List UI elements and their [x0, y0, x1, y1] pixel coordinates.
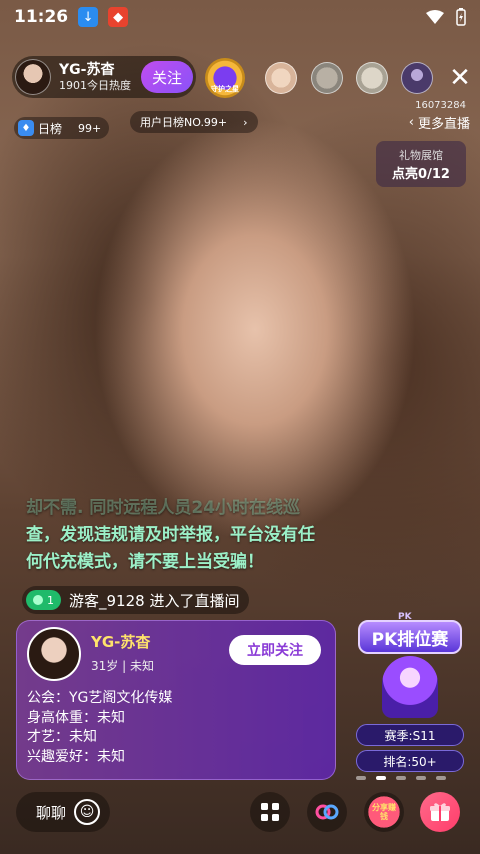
card-line-talent: 才艺：未知	[27, 729, 97, 745]
guardian-badge-label: 守护之星	[211, 85, 239, 93]
card-line-guild: 公会：YG艺阁文化传媒	[27, 690, 173, 706]
download-icon: ↓	[78, 7, 99, 27]
carousel-indicator	[356, 776, 446, 780]
grid-menu-icon[interactable]	[250, 792, 290, 832]
follow-now-button[interactable]: 立即关注	[229, 635, 321, 665]
card-line-hobby: 兴趣爱好：未知	[27, 748, 125, 765]
gift-hall-title: 礼物展馆	[399, 148, 443, 162]
host-info-pill[interactable]: YG-苏杳 1901今日热度 关注	[12, 56, 196, 98]
platform-notice: 却不需. 同时远程人员24小时在线巡 查，发现违规请及时举报，平台没有任 何代充…	[26, 498, 356, 576]
host-name: YG-苏杳	[59, 62, 115, 78]
card-avatar[interactable]	[27, 627, 81, 681]
level-number: 1	[47, 593, 54, 607]
user-rank-label: 用户日榜NO.99+	[140, 116, 228, 129]
daily-rank-count: 99+	[78, 121, 102, 135]
gift-hall-button[interactable]: 礼物展馆 点亮0/12	[376, 141, 466, 187]
enter-message-text: 游客_9128 进入了直播间	[69, 591, 240, 610]
rank-icon: ♦	[18, 120, 34, 136]
room-id: 16073284	[415, 100, 466, 111]
close-icon[interactable]: ✕	[448, 64, 472, 92]
gift-hall-progress: 点亮0/12	[392, 166, 450, 182]
viewer-avatar[interactable]	[401, 62, 433, 94]
status-bar: 11:26 ↓ ◆	[0, 0, 480, 34]
chevron-left-icon: ‹	[408, 115, 414, 130]
trophy-icon	[382, 656, 438, 718]
host-profile-card[interactable]: YG-苏杳 31岁 | 未知 立即关注 公会：YG艺阁文化传媒 身高体重：未知 …	[16, 620, 336, 780]
chat-label: 聊聊	[36, 803, 67, 822]
host-avatar[interactable]	[15, 59, 51, 95]
carousel-dot	[436, 776, 446, 780]
wifi-icon	[426, 10, 444, 24]
more-live-button[interactable]: ‹ 更多直播	[409, 113, 470, 132]
more-live-label: 更多直播	[417, 117, 470, 132]
carousel-dot	[376, 776, 386, 780]
share-earn-label: 分享赚钱	[372, 803, 396, 821]
chevron-right-icon: ›	[243, 115, 248, 129]
pk-ranking-banner[interactable]: PK PK排位赛	[354, 612, 466, 722]
share-earn-button[interactable]: 分享赚钱	[364, 792, 404, 832]
app-notification-icon: ◆	[108, 7, 129, 27]
carousel-dot	[356, 776, 366, 780]
guardian-badge-icon[interactable]: 守护之星	[205, 58, 245, 98]
notice-faded-line: 却不需. 同时远程人员24小时在线巡	[26, 498, 301, 518]
viewer-avatar[interactable]	[311, 62, 343, 94]
battery-icon	[456, 8, 466, 26]
carousel-dot	[416, 776, 426, 780]
enter-message: 1 游客_9128 进入了直播间	[22, 586, 250, 614]
notice-line: 查，发现违规请及时举报，平台没有任	[26, 525, 315, 545]
gift-icon[interactable]	[420, 792, 460, 832]
level-badge: 1	[26, 590, 61, 610]
link-mic-icon[interactable]	[307, 792, 347, 832]
carousel-dot	[396, 776, 406, 780]
level-icon	[33, 595, 43, 605]
notice-line: 何代充模式，请不要上当受骗！	[26, 552, 264, 572]
pk-season: 赛季:S11	[356, 724, 464, 746]
clock: 11:26	[14, 7, 69, 27]
card-host-meta: 31岁 | 未知	[91, 659, 154, 673]
card-host-name: YG-苏杳	[91, 633, 151, 651]
user-rank-button[interactable]: 用户日榜NO.99+ ›	[130, 111, 258, 133]
emoji-icon[interactable]: ☺	[74, 799, 100, 825]
host-heat: 1901今日热度	[59, 78, 131, 92]
pk-banner-title: PK排位赛	[358, 620, 462, 654]
follow-button[interactable]: 关注	[141, 61, 193, 93]
viewer-avatar[interactable]	[265, 62, 297, 94]
daily-rank-label: 日榜	[38, 121, 63, 136]
viewer-avatar[interactable]	[356, 62, 388, 94]
pk-rank: 排名:50+	[356, 750, 464, 772]
daily-rank-button[interactable]: ♦ 日榜 99+	[14, 117, 110, 139]
chat-input-button[interactable]: 聊聊 ☺	[16, 792, 110, 832]
card-line-height-weight: 身高体重：未知	[27, 709, 125, 726]
